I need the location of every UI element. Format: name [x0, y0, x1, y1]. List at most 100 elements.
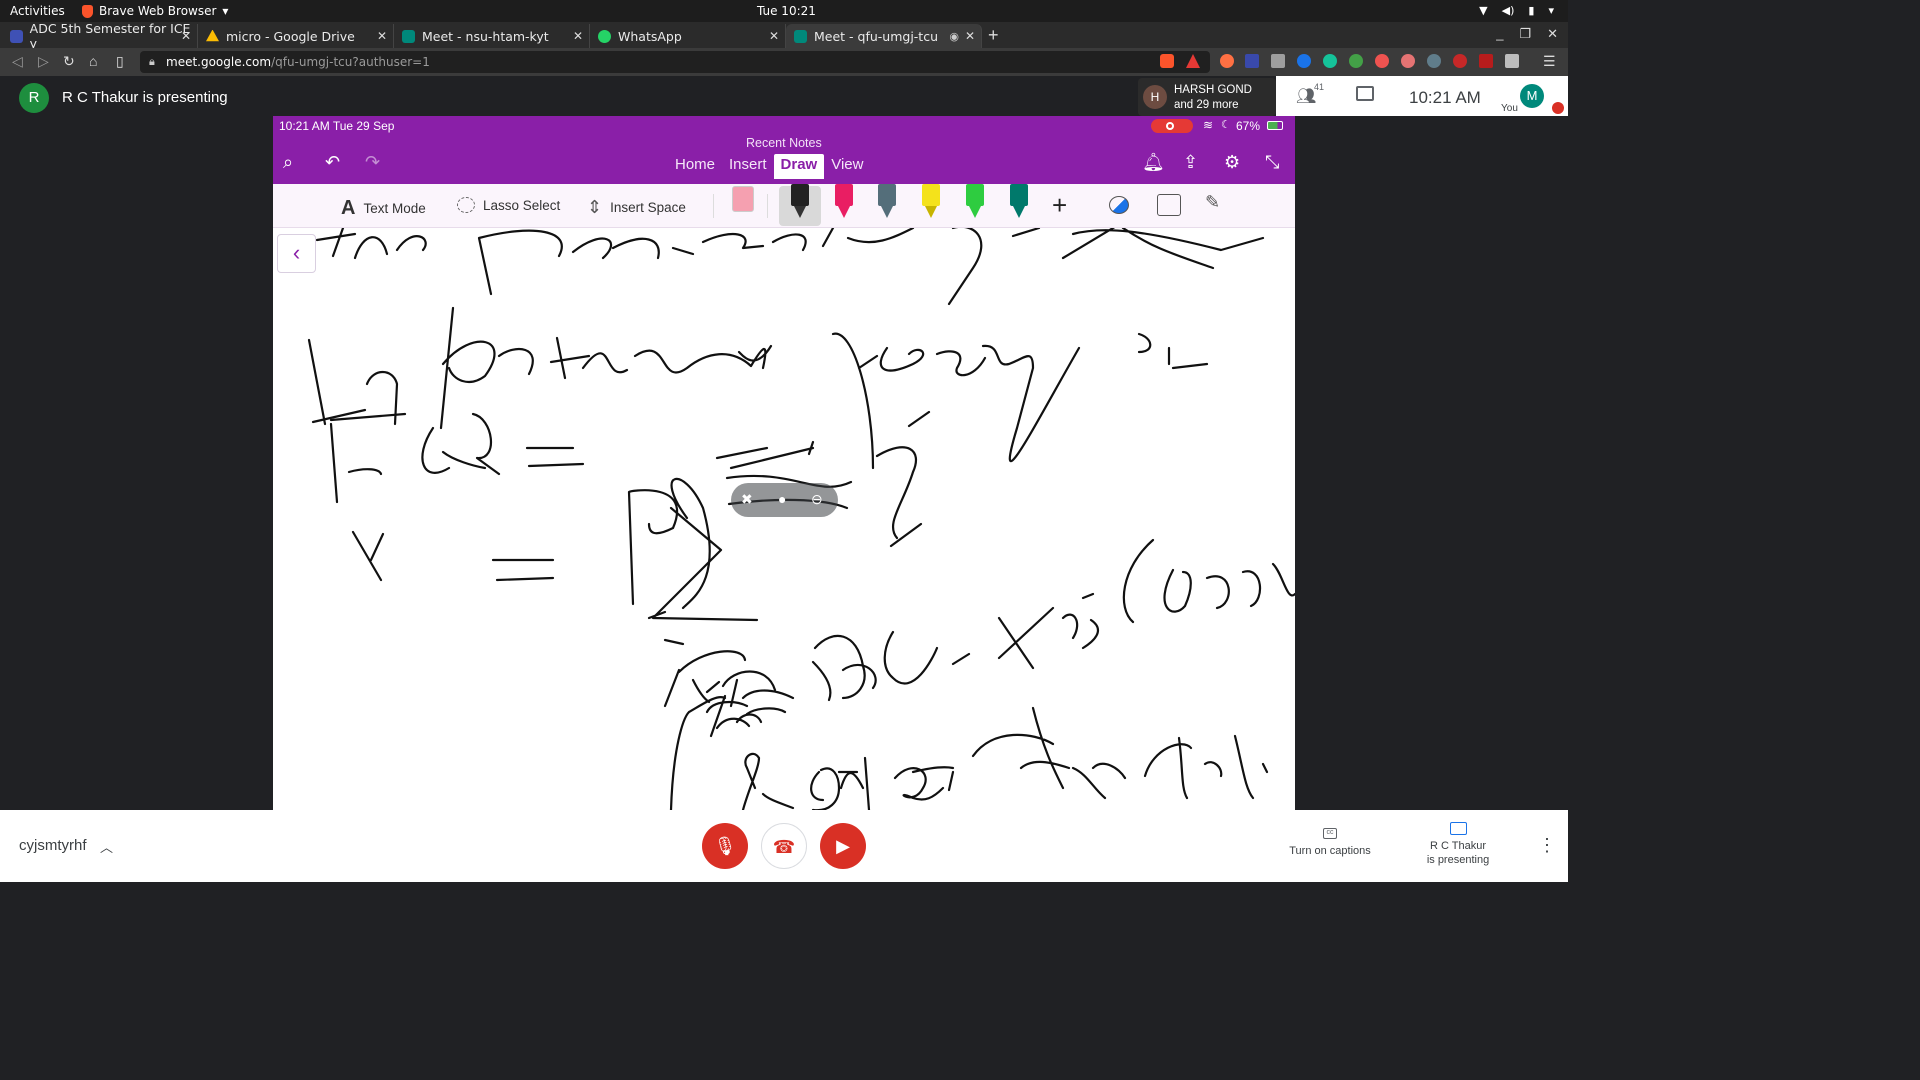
mic-toggle-button[interactable]: 🎙︎	[702, 823, 748, 869]
meeting-code[interactable]: cyjsmtyrhf	[19, 837, 87, 854]
browser-tab[interactable]: WhatsApp ✕	[590, 24, 786, 48]
tool-label: Lasso Select	[483, 197, 561, 213]
extension-icon[interactable]	[1220, 54, 1234, 68]
extension-icon[interactable]	[1375, 54, 1389, 68]
captions-button[interactable]: cc Turn on captions	[1286, 828, 1374, 857]
back-icon[interactable]: ◁	[12, 53, 23, 70]
restore-icon[interactable]: ❐	[1519, 26, 1531, 42]
close-icon[interactable]: ✕	[377, 29, 387, 43]
screen-record-icon	[1151, 119, 1193, 133]
brave-shields-icon[interactable]	[1160, 54, 1174, 68]
close-icon[interactable]: ✕	[573, 29, 583, 43]
browser-tab-active[interactable]: Meet - qfu-umgj-tcu ◉ ✕	[786, 24, 982, 48]
pink-pen-button[interactable]	[833, 184, 855, 220]
teal-pen-button[interactable]	[1008, 184, 1030, 220]
lasso-select-button[interactable]: Lasso Select	[457, 197, 560, 213]
mic-off-icon	[1552, 102, 1564, 114]
presentation-stage: 10:21 AM Tue 29 Sep ≋ ☾ 67% Recent Notes…	[273, 116, 1295, 810]
redo-icon[interactable]: ↷	[365, 152, 380, 173]
wifi-icon: ≋	[1203, 118, 1214, 132]
grammarly-icon[interactable]	[1323, 54, 1337, 68]
tab-view[interactable]: View	[824, 154, 870, 179]
green-highlighter-button[interactable]	[964, 184, 986, 220]
tab-home[interactable]: Home	[668, 154, 722, 179]
extension-icon[interactable]	[1271, 54, 1285, 68]
extension-icon[interactable]	[1505, 54, 1519, 68]
extension-icon[interactable]	[1245, 54, 1259, 68]
forward-icon[interactable]: ▷	[38, 53, 49, 70]
back-arrow-button[interactable]: ‹	[277, 234, 316, 273]
add-pen-icon[interactable]: +	[1052, 190, 1067, 221]
note-canvas[interactable]	[273, 228, 1295, 810]
remove-icon: ⊖	[811, 491, 823, 507]
extension-icon[interactable]	[1479, 54, 1493, 68]
chat-icon[interactable]	[1356, 86, 1374, 101]
browser-tab[interactable]: ADC 5th Semester for ICE y ✕	[2, 21, 198, 51]
tab-draw[interactable]: Draw	[773, 154, 825, 179]
chevron-up-icon[interactable]: ︿	[100, 837, 113, 856]
system-tray[interactable]: ▼ ◀) ▮ ▾	[1479, 4, 1554, 17]
tool-label: Insert Space	[610, 200, 686, 215]
captions-label: Turn on captions	[1289, 845, 1371, 857]
presenting-label: R C Thakur is presenting	[62, 89, 228, 106]
yellow-highlighter-button[interactable]	[920, 184, 942, 220]
ribbon-tabs: Home Insert Draw View	[668, 154, 870, 179]
meet-controls-bar: cyjsmtyrhf ︿ 🎙︎ ☎︎ ▶︎ cc Turn on caption…	[0, 810, 1568, 882]
gray-pen-button[interactable]	[876, 184, 898, 220]
whatsapp-icon	[598, 29, 611, 43]
search-icon[interactable]: ⌕	[283, 152, 293, 173]
home-icon[interactable]: ⌂	[89, 53, 97, 69]
reload-icon[interactable]: ↻	[63, 53, 75, 70]
system-clock[interactable]: Tue 10:21	[757, 4, 816, 18]
brave-icon	[82, 4, 93, 18]
activities-button[interactable]: Activities	[10, 4, 65, 18]
undo-icon[interactable]: ↶	[325, 152, 340, 173]
extension-icon[interactable]	[1427, 54, 1441, 68]
eraser-icon[interactable]	[732, 186, 754, 212]
collapse-icon[interactable]: ⤡	[1265, 152, 1279, 173]
camera-toggle-button[interactable]: ▶︎	[820, 823, 866, 869]
tab-insert[interactable]: Insert	[722, 154, 774, 179]
presenting-button[interactable]: R C Thakur is presenting	[1418, 822, 1498, 867]
leave-call-button[interactable]: ☎︎	[761, 823, 807, 869]
extension-icon[interactable]	[1453, 54, 1467, 68]
share-icon[interactable]: ⇪	[1183, 152, 1198, 173]
avatar: R	[19, 83, 49, 113]
close-icon[interactable]: ✕	[769, 29, 779, 43]
menu-icon[interactable]: ☰	[1543, 53, 1556, 70]
grammarly-icon[interactable]	[1297, 54, 1311, 68]
insert-space-button[interactable]: ⇕ Insert Space	[587, 197, 686, 218]
app-menu[interactable]: Brave Web Browser ▾	[82, 4, 228, 18]
browser-toolbar: ◁ ▷ ↻ ⌂ ▯ 🔒︎ meet.google.com/qfu-umgj-tc…	[0, 48, 1568, 76]
more-options-icon[interactable]: ⋮	[1538, 835, 1556, 856]
avatar[interactable]: M	[1520, 84, 1544, 108]
bell-icon[interactable]: 🔔︎	[1142, 152, 1165, 173]
browser-tab-bar: ADC 5th Semester for ICE y ✕ micro - Goo…	[0, 21, 1568, 51]
chevron-down-icon: ▾	[222, 4, 229, 18]
divider	[713, 194, 714, 218]
close-icon[interactable]: ✕	[965, 29, 975, 43]
text-mode-button[interactable]: A Text Mode	[341, 197, 426, 220]
hang-up-icon: ☎︎	[772, 837, 796, 857]
ink-to-text-icon[interactable]: ✎	[1205, 192, 1220, 213]
gear-icon[interactable]: ⚙	[1224, 152, 1240, 173]
browser-tab[interactable]: micro - Google Drive ✕	[198, 24, 394, 48]
convert-ink-icon[interactable]	[1157, 194, 1181, 216]
bookmark-icon[interactable]: ▯	[116, 53, 124, 70]
participant-chip[interactable]: H HARSH GOND and 29 more	[1138, 78, 1276, 116]
close-window-icon[interactable]: ✕	[1547, 26, 1558, 42]
browser-tab[interactable]: Meet - nsu-htam-kyt ✕	[394, 24, 590, 48]
shapes-icon[interactable]	[1109, 196, 1129, 214]
close-icon[interactable]: ✕	[181, 29, 191, 43]
url-path: /qfu-umgj-tcu?authuser=1	[271, 55, 430, 69]
black-pen-button[interactable]	[789, 184, 811, 220]
meeting-clock: 10:21 AM	[1409, 88, 1481, 107]
new-tab-button[interactable]: +	[988, 25, 999, 46]
tab-title: ADC 5th Semester for ICE y	[29, 21, 191, 51]
notebook-title[interactable]: Recent Notes	[746, 136, 822, 150]
window-controls: _ ❐ ✕	[1496, 26, 1558, 42]
address-bar[interactable]: 🔒︎ meet.google.com/qfu-umgj-tcu?authuser…	[140, 51, 1210, 73]
extension-icon[interactable]	[1401, 54, 1415, 68]
minimize-icon[interactable]: _	[1496, 26, 1503, 42]
extension-icon[interactable]	[1349, 54, 1363, 68]
